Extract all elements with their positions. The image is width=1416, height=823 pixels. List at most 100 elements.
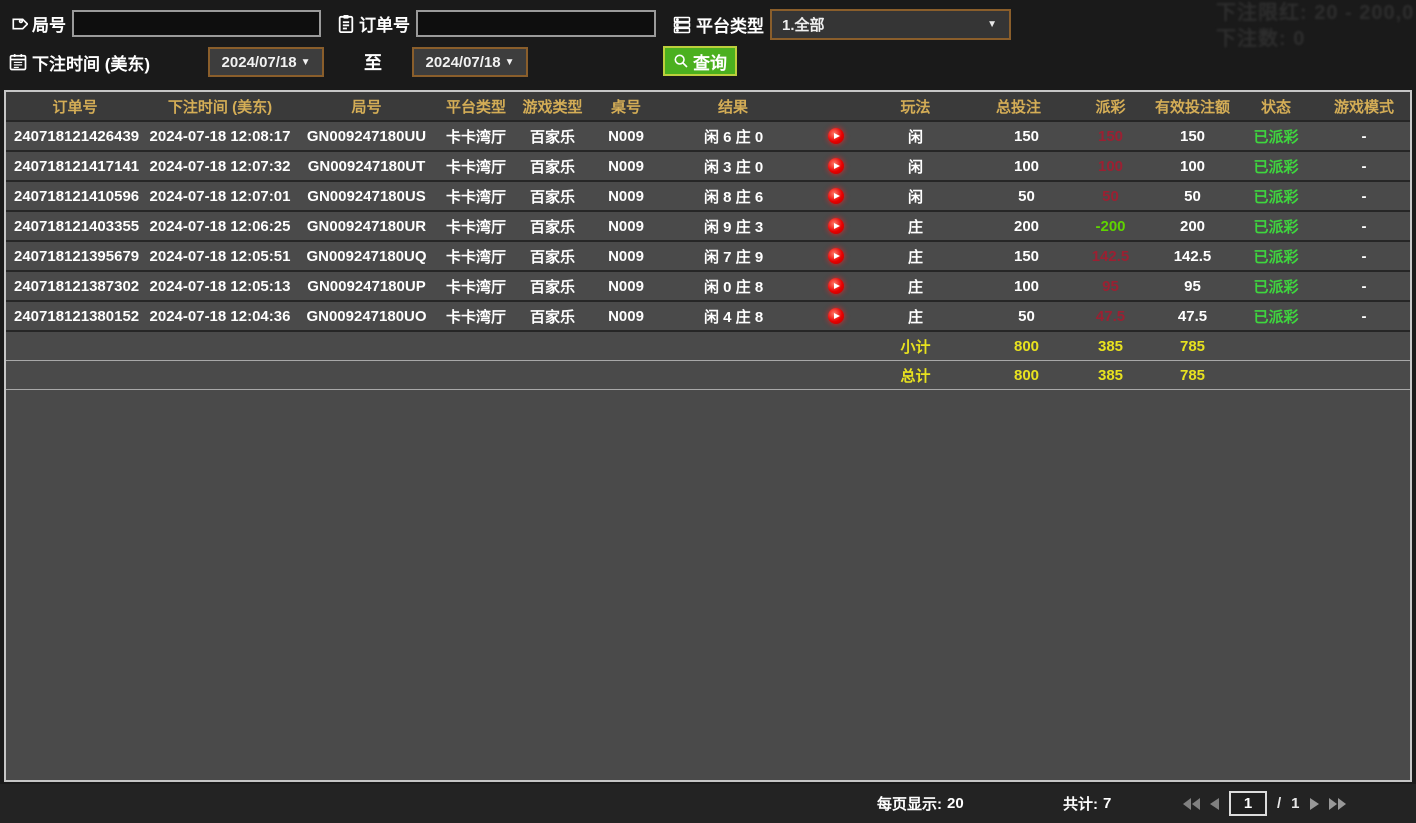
per-page-display: 每页显示: 20: [877, 784, 964, 823]
platform-select-value: 1.全部: [782, 17, 825, 34]
query-button[interactable]: 查询: [663, 46, 737, 76]
result-cell: 闲 4 庄 8: [662, 301, 864, 332]
total-valid-bet: 785: [1151, 360, 1234, 390]
date-to-picker[interactable]: 2024/07/18 ▼: [412, 47, 529, 77]
game-mode-cell: -: [1318, 241, 1410, 272]
payout-cell: 100: [1070, 151, 1151, 182]
order-no-input[interactable]: [416, 10, 656, 37]
status-cell: 已派彩: [1234, 181, 1318, 212]
total-count-value: 7: [1103, 795, 1112, 812]
subtotal-payout: 385: [1070, 331, 1151, 361]
per-page-value: 20: [947, 795, 964, 812]
total-count-label: 共计:: [1063, 796, 1098, 813]
date-to-value: 2024/07/18: [425, 53, 501, 71]
subtotal-row: 小计 800 385 785: [6, 331, 1410, 361]
valid-bet-cell: 95: [1151, 271, 1234, 302]
platform-filter: 平台类型 1.全部 ▼: [672, 9, 1011, 40]
table-row: 240718121417141 2024-07-18 12:07:32 GN0092…: [6, 151, 1410, 182]
play-icon: [834, 133, 840, 139]
game-no-cell: GN009247180UR: [296, 211, 437, 242]
payout-cell: 50: [1070, 181, 1151, 212]
col-header-play-type: 玩法: [864, 92, 967, 122]
server-stack-icon: [672, 15, 692, 35]
col-header-result: 结果: [662, 92, 864, 122]
total-spacer: [1234, 360, 1410, 390]
chevron-down-icon: ▼: [504, 56, 515, 68]
valid-bet-cell: 100: [1151, 151, 1234, 182]
current-page-input[interactable]: 1: [1229, 791, 1267, 816]
subtotal-label: 小计: [864, 331, 967, 361]
previous-page-button[interactable]: [1210, 797, 1219, 810]
bet-time-cell: 2024-07-18 12:07:32: [144, 151, 296, 182]
first-page-button[interactable]: [1183, 797, 1200, 810]
order-no-cell: 240718121380152: [6, 301, 144, 332]
platform-select[interactable]: 1.全部 ▼: [770, 9, 1011, 40]
bet-time-cell: 2024-07-18 12:06:25: [144, 211, 296, 242]
game-type-cell: 百家乐: [515, 151, 590, 182]
col-header-order-no: 订单号: [6, 92, 144, 122]
replay-video-button[interactable]: [828, 188, 844, 204]
game-no-cell: GN009247180UQ: [296, 241, 437, 272]
last-page-button[interactable]: [1328, 797, 1346, 810]
order-no-cell: 240718121410596: [6, 181, 144, 212]
bet-time-cell: 2024-07-18 12:07:01: [144, 181, 296, 212]
next-page-button[interactable]: [1309, 797, 1319, 810]
status-cell: 已派彩: [1234, 211, 1318, 242]
table-no-cell: N009: [590, 241, 662, 272]
valid-bet-cell: 47.5: [1151, 301, 1234, 332]
total-row: 总计 800 385 785: [6, 360, 1410, 390]
col-header-payout: 派彩: [1070, 92, 1151, 122]
payout-cell: 47.5: [1070, 301, 1151, 332]
clipboard-icon: [337, 14, 355, 34]
replay-video-button[interactable]: [828, 278, 844, 294]
platform-cell: 卡卡湾厅: [437, 271, 515, 302]
play-icon: [834, 313, 840, 319]
result-text: 闲 8 庄 6: [704, 188, 764, 206]
total-spacer: [6, 360, 864, 390]
valid-bet-cell: 142.5: [1151, 241, 1234, 272]
total-bet-cell: 50: [967, 181, 1070, 212]
game-mode-cell: -: [1318, 151, 1410, 182]
game-no-cell: GN009247180UU: [296, 121, 437, 152]
per-page-label: 每页显示:: [877, 796, 942, 813]
game-mode-cell: -: [1318, 301, 1410, 332]
empty-table-area: [6, 389, 1410, 780]
bet-time-cell: 2024-07-18 12:04:36: [144, 301, 296, 332]
payout-cell: -200: [1070, 211, 1151, 242]
result-text: 闲 9 庄 3: [704, 218, 764, 236]
background-limit-text: 下注限红: 20 - 200,0: [1216, 2, 1415, 24]
search-icon: [673, 53, 689, 69]
payout-cell: 95: [1070, 271, 1151, 302]
result-cell: 闲 9 庄 3: [662, 211, 864, 242]
calendar-icon: [8, 52, 28, 72]
total-pages-value: 1: [1291, 795, 1300, 812]
replay-video-button[interactable]: [828, 218, 844, 234]
col-header-game-mode: 游戏模式: [1318, 92, 1410, 122]
order-no-filter: 订单号: [337, 10, 656, 37]
query-button-label: 查询: [693, 53, 727, 73]
status-cell: 已派彩: [1234, 271, 1318, 302]
result-text: 闲 4 庄 8: [704, 308, 764, 326]
replay-video-button[interactable]: [828, 158, 844, 174]
game-mode-cell: -: [1318, 211, 1410, 242]
platform-cell: 卡卡湾厅: [437, 181, 515, 212]
platform-label: 平台类型: [696, 17, 764, 36]
table-no-cell: N009: [590, 301, 662, 332]
total-bet-cell: 150: [967, 241, 1070, 272]
order-no-cell: 240718121403355: [6, 211, 144, 242]
subtotal-valid-bet: 785: [1151, 331, 1234, 361]
result-cell: 闲 7 庄 9: [662, 241, 864, 272]
replay-video-button[interactable]: [828, 308, 844, 324]
col-header-status: 状态: [1234, 92, 1318, 122]
col-header-bet-time: 下注时间 (美东): [144, 92, 296, 122]
game-no-cell: GN009247180US: [296, 181, 437, 212]
date-from-value: 2024/07/18: [221, 53, 297, 71]
pagination-bar: 每页显示: 20 共计: 7 1 / 1: [0, 784, 1416, 823]
platform-cell: 卡卡湾厅: [437, 211, 515, 242]
date-from-picker[interactable]: 2024/07/18 ▼: [208, 47, 325, 77]
game-no-input[interactable]: [72, 10, 321, 37]
order-no-cell: 240718121417141: [6, 151, 144, 182]
play-icon: [834, 223, 840, 229]
replay-video-button[interactable]: [828, 248, 844, 264]
replay-video-button[interactable]: [828, 128, 844, 144]
